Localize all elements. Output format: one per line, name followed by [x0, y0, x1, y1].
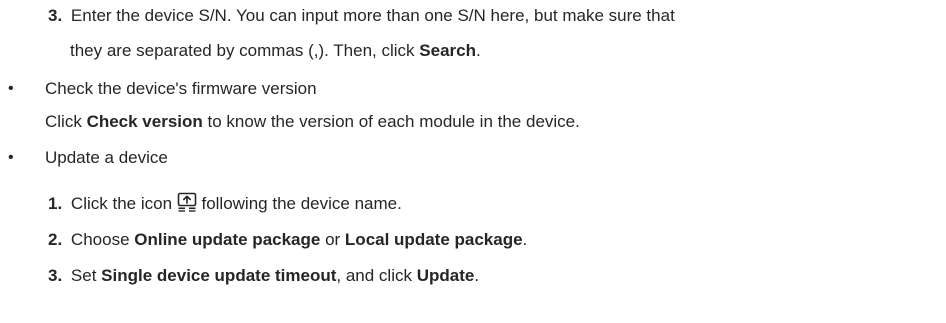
check-version-keyword: Check version — [86, 112, 203, 131]
step-3-search-line-2: they are separated by commas (,). Then, … — [70, 40, 481, 62]
update-step-1: 1. Click the icon following the device n… — [48, 192, 402, 215]
update-keyword: Update — [416, 266, 475, 285]
upload-icon — [177, 192, 197, 212]
step-number: 1. — [48, 194, 63, 213]
step-text-end: following the device name. — [196, 194, 402, 213]
local-package-keyword: Local update package — [344, 230, 523, 249]
step-text: Choose — [70, 230, 135, 249]
section-title: Update a device — [45, 148, 168, 167]
online-package-keyword: Online update package — [134, 230, 321, 249]
check-firmware-title: Check the device's firmware version — [45, 78, 317, 100]
timeout-keyword: Single device update timeout — [101, 266, 337, 285]
step-number: 2. — [48, 230, 63, 249]
desc-text: Click — [45, 112, 87, 131]
step-3-search-line-1: 3. Enter the device S/N. You can input m… — [48, 5, 675, 27]
section-title: Check the device's firmware version — [45, 79, 317, 98]
update-device-title: Update a device — [45, 147, 168, 169]
step-text-mid: or — [320, 230, 345, 249]
step-text-mid: , and click — [336, 266, 417, 285]
bullet: • — [8, 80, 14, 97]
search-keyword: Search — [419, 41, 476, 60]
step-text: they are separated by commas (,). Then, … — [70, 41, 420, 60]
step-text: Set — [70, 266, 102, 285]
update-step-3: 3. Set Single device update timeout, and… — [48, 265, 479, 287]
step-text-end: . — [522, 230, 528, 249]
bullet: • — [8, 149, 14, 166]
update-step-2: 2. Choose Online update package or Local… — [48, 229, 527, 251]
step-number: 3. — [48, 6, 63, 25]
step-text-end: . — [474, 266, 480, 285]
step-text-end: . — [475, 41, 481, 60]
desc-text-end: to know the version of each module in th… — [202, 112, 580, 131]
step-number: 3. — [48, 266, 63, 285]
step-text: Click the icon — [70, 194, 177, 213]
step-text: Enter the device S/N. You can input more… — [70, 6, 675, 25]
check-firmware-desc: Click Check version to know the version … — [45, 111, 580, 133]
